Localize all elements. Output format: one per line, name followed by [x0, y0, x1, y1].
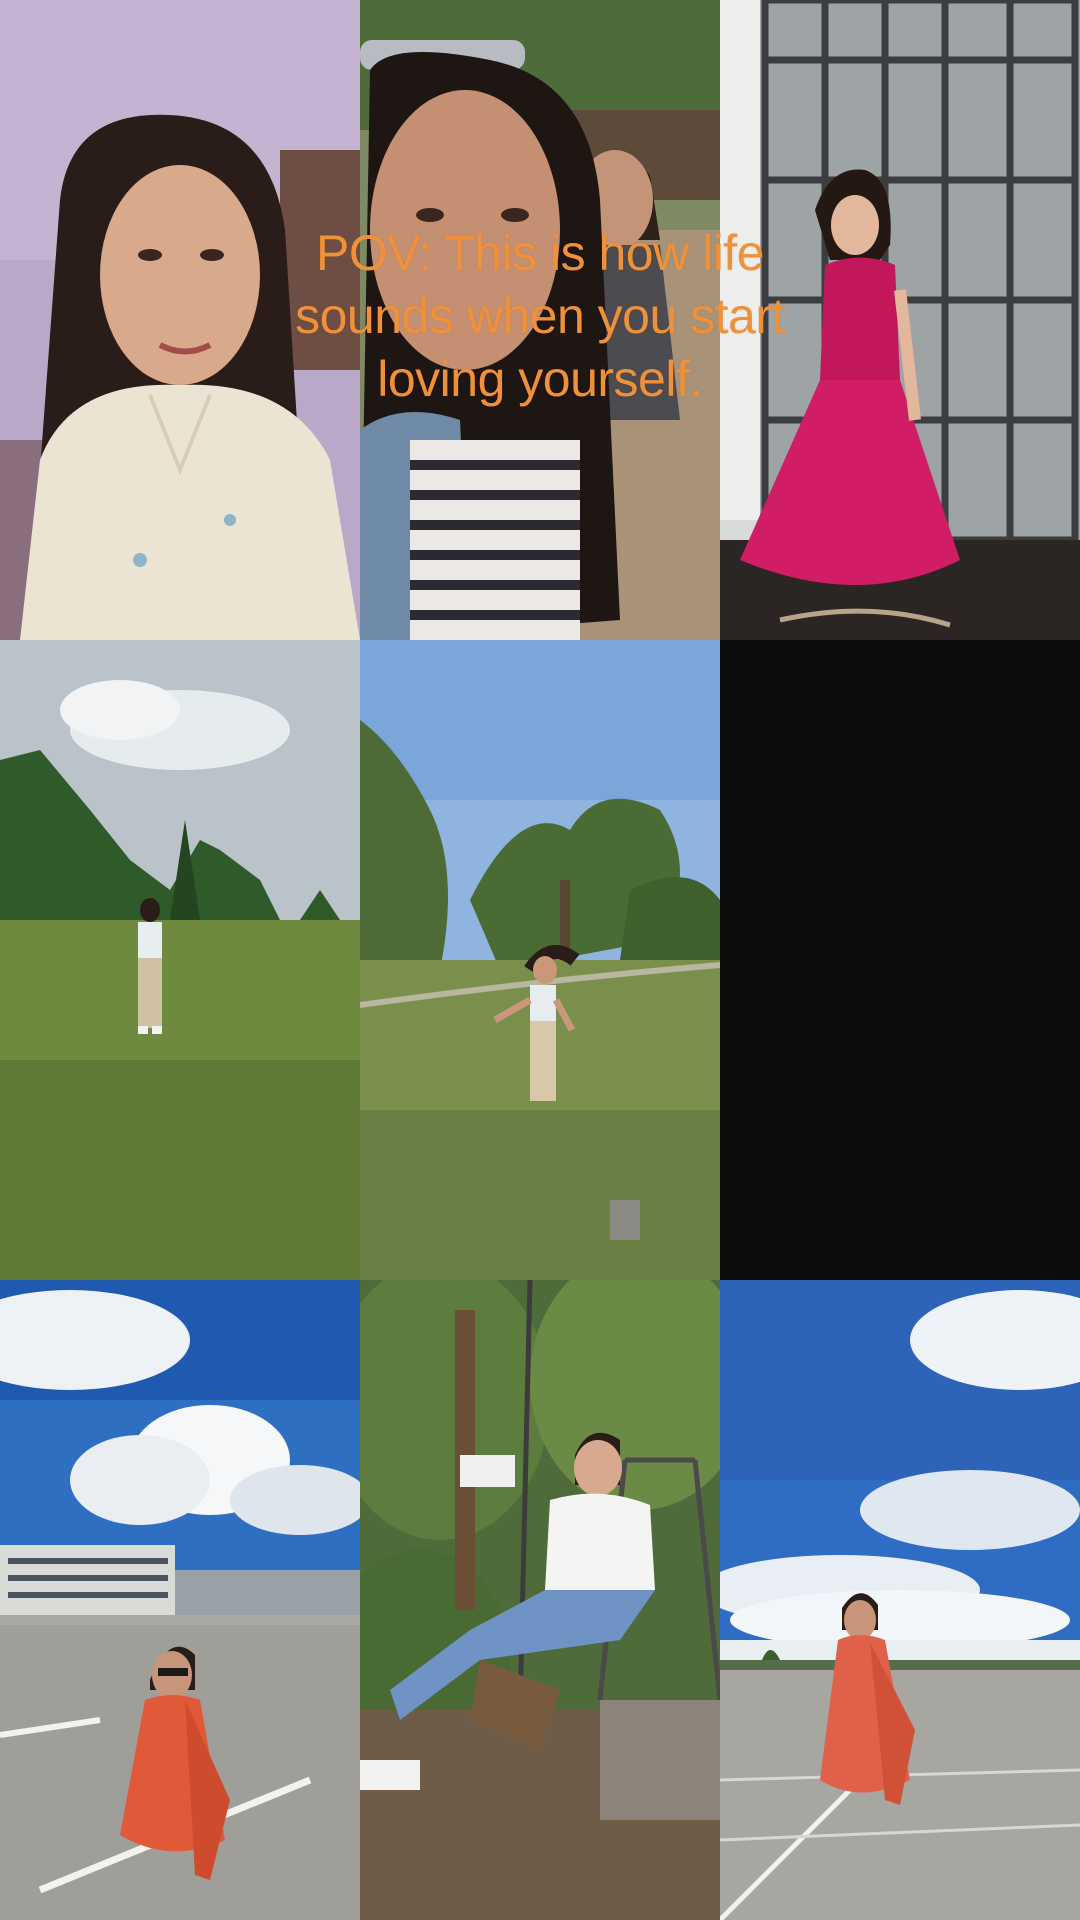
photo-tile-empty	[720, 640, 1080, 1280]
photo-tile-saree-parking	[0, 1280, 360, 1920]
saree-sky-image	[720, 1280, 1080, 1920]
photo-tile-grassy-hill-walk	[0, 640, 360, 1280]
saree-parking-image	[0, 1280, 360, 1920]
grassy-hill-walk-image	[0, 640, 360, 1280]
photo-tile-saree-sky	[720, 1280, 1080, 1920]
photo-tile-grassy-hill-spin	[360, 640, 720, 1280]
photo-tile-swing	[360, 1280, 720, 1920]
grassy-hill-spin-image	[360, 640, 720, 1280]
caption-text: POV: This is how life sounds when you st…	[295, 225, 785, 407]
swing-image	[360, 1280, 720, 1920]
